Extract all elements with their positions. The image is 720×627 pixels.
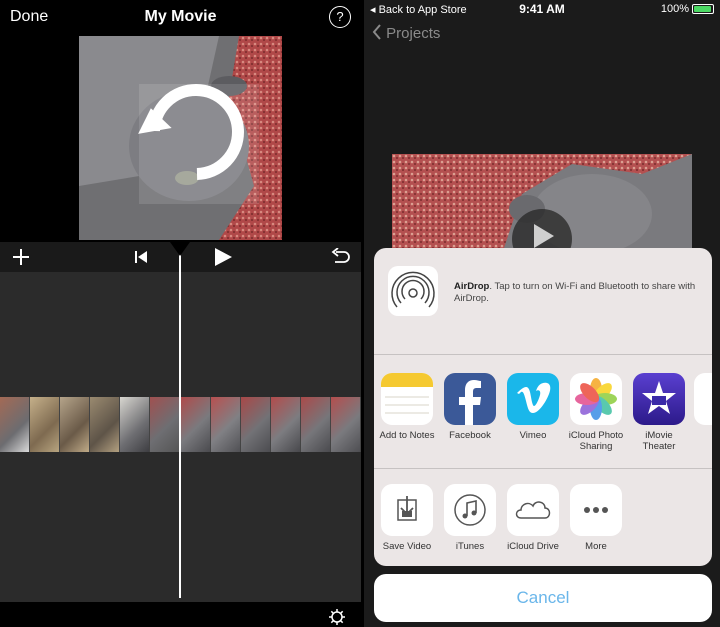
project-title: My Movie [144, 8, 217, 25]
imovie-editor: Done My Movie ? [0, 0, 361, 627]
share-facebook[interactable]: Facebook [439, 373, 501, 441]
projects-label: Projects [386, 25, 441, 42]
share-screen: ◂ Back to App Store 9:41 AM 100% Project… [364, 0, 720, 627]
skip-back-icon[interactable] [134, 250, 148, 264]
notes-icon [381, 373, 433, 425]
clip-frame [180, 397, 211, 452]
editor-header: Done My Movie ? [0, 0, 361, 36]
clip-frame [270, 397, 301, 452]
more-icon [570, 484, 622, 536]
clip-frame [0, 397, 31, 452]
imovie-icon [633, 373, 685, 425]
editor-bottom-bar [0, 602, 361, 627]
clip-frame [240, 397, 271, 452]
share-add-to-notes[interactable]: Add to Notes [376, 373, 438, 441]
app-label: iCloud Photo Sharing [568, 430, 624, 452]
app-label: iTunes [455, 541, 485, 552]
action-itunes[interactable]: iTunes [439, 484, 501, 552]
app-label: Facebook [449, 430, 491, 441]
playhead-marker [170, 242, 190, 256]
facebook-icon [444, 373, 496, 425]
chevron-left-icon [372, 24, 381, 40]
clip-frame [300, 397, 331, 452]
itunes-icon [444, 484, 496, 536]
airdrop-icon [388, 266, 438, 316]
app-tile-partial [694, 373, 712, 425]
cat-thumbnail-image [392, 154, 692, 254]
clip-frame [150, 397, 181, 452]
clip-frame [90, 397, 121, 452]
battery-percent: 100% [660, 3, 689, 15]
share-icloud-photo-sharing[interactable]: iCloud Photo Sharing [565, 373, 627, 452]
separator [374, 354, 712, 355]
airdrop-description: AirDrop. Tap to turn on Wi-Fi and Blueto… [454, 281, 699, 305]
play-icon[interactable] [213, 247, 233, 267]
cancel-button[interactable]: Cancel [374, 574, 712, 622]
app-label: More [585, 541, 607, 552]
battery-indicator: 100% [661, 3, 714, 15]
project-thumbnail[interactable] [392, 154, 692, 254]
photos-icon [570, 373, 622, 425]
clip-frame [60, 397, 91, 452]
cat-preview-image [79, 36, 282, 240]
app-label: Vimeo [519, 430, 547, 441]
app-label: Add to Notes [379, 430, 435, 441]
share-vimeo[interactable]: Vimeo [502, 373, 564, 441]
clip-frame [30, 397, 61, 452]
projects-back-button[interactable]: Projects [372, 24, 440, 42]
share-sheet: AirDrop. Tap to turn on Wi-Fi and Blueto… [374, 248, 712, 566]
action-save-video[interactable]: Save Video [376, 484, 438, 552]
clip-frame [120, 397, 151, 452]
airdrop-hint: . Tap to turn on Wi-Fi and Bluetooth to … [454, 281, 696, 304]
battery-icon [692, 4, 714, 15]
app-label: Save Video [382, 541, 432, 552]
save-video-icon [381, 484, 433, 536]
action-icloud-drive[interactable]: iCloud Drive [502, 484, 564, 552]
settings-gear-icon[interactable] [328, 608, 346, 626]
help-button[interactable]: ? [329, 6, 351, 28]
share-more-apps-partial[interactable] [694, 373, 712, 425]
video-preview[interactable] [79, 36, 282, 240]
airdrop-row[interactable]: AirDrop. Tap to turn on Wi-Fi and Blueto… [374, 248, 712, 354]
icloud-drive-icon [507, 484, 559, 536]
app-label: iCloud Drive [507, 541, 559, 552]
clip-frame [210, 397, 241, 452]
playhead[interactable] [179, 248, 181, 598]
separator [374, 468, 712, 469]
clip-frame [330, 397, 361, 452]
share-imovie-theater[interactable]: iMovie Theater [628, 373, 690, 452]
airdrop-title: AirDrop [454, 281, 490, 292]
action-more[interactable]: More [565, 484, 627, 552]
status-bar: ◂ Back to App Store 9:41 AM 100% [364, 0, 720, 18]
vimeo-icon [507, 373, 559, 425]
add-icon[interactable] [12, 248, 30, 266]
undo-icon[interactable] [331, 248, 351, 266]
app-label: iMovie Theater [642, 430, 676, 452]
